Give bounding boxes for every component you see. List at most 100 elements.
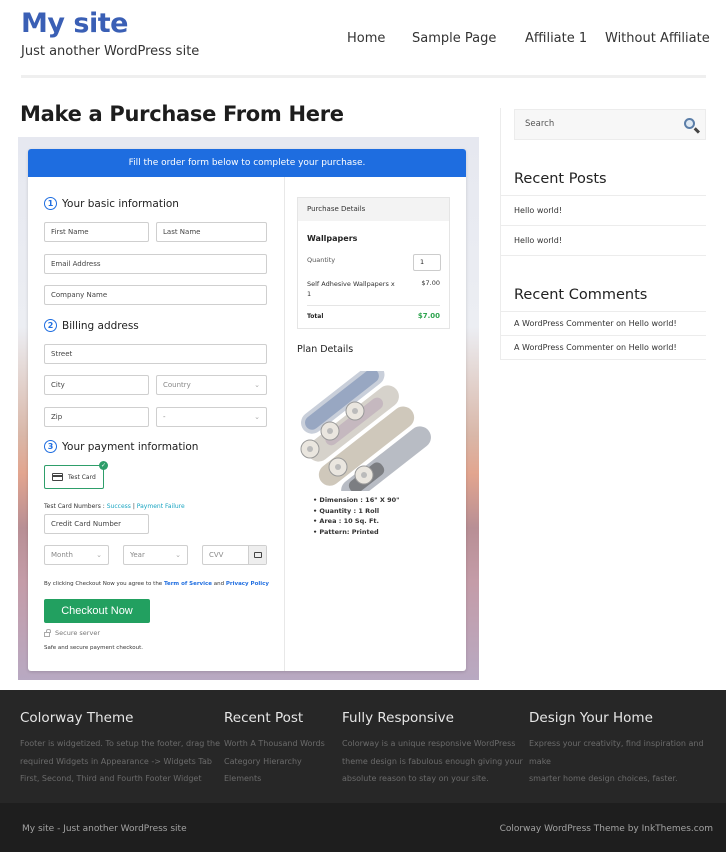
footer-col-text: Colorway is a unique responsive WordPres… <box>342 735 523 788</box>
quantity-label: Quantity <box>307 256 336 264</box>
step-label: Billing address <box>62 319 139 332</box>
chevron-down-icon: ⌄ <box>254 381 260 389</box>
footer-col-title: Fully Responsive <box>342 710 454 726</box>
step-billing: 2 Billing address <box>44 319 139 332</box>
test-separator: | <box>132 503 135 510</box>
test-card-numbers: Test Card Numbers : Success | Payment Fa… <box>44 503 185 510</box>
search-icon[interactable] <box>684 118 695 129</box>
test-numbers-label: Test Card Numbers : <box>44 503 105 510</box>
header-divider <box>21 75 706 78</box>
divider <box>501 359 706 360</box>
test-success-link[interactable]: Success <box>107 503 131 510</box>
step-number-icon: 1 <box>44 197 57 210</box>
footer-col-title: Design Your Home <box>529 710 653 726</box>
year-select-value: Year <box>130 551 145 559</box>
step-label: Your basic information <box>62 197 179 210</box>
terms-agreement: By clicking Checkout Now you agree to th… <box>44 581 269 587</box>
line-item-price: $7.00 <box>421 279 440 287</box>
card-number-input[interactable]: Credit Card Number <box>44 514 149 534</box>
footer-text-line: smarter home design choices, faster. <box>529 774 678 783</box>
recent-posts-title: Recent Posts <box>514 171 607 187</box>
state-select[interactable]: - ⌄ <box>156 407 267 427</box>
credit-card-icon <box>52 473 63 481</box>
footer-post-link[interactable]: Worth A Thousand Words <box>224 735 325 753</box>
site-tagline: Just another WordPress site <box>21 44 200 59</box>
privacy-link[interactable]: Privacy Policy <box>226 581 269 587</box>
footer-col-title: Colorway Theme <box>20 710 134 726</box>
step-basic-info: 1 Your basic information <box>44 197 179 210</box>
search-input[interactable]: Search <box>514 109 706 140</box>
total-value: $7.00 <box>417 312 440 320</box>
payment-method-label: Test Card <box>68 473 96 481</box>
step-payment: 3 Your payment information <box>44 440 198 453</box>
footer-col-text: Footer is widgetized. To setup the foote… <box>20 735 220 788</box>
first-name-input[interactable]: First Name <box>44 222 149 242</box>
column-divider <box>284 177 285 671</box>
footer-text-line: theme design is fabulous enough giving y… <box>342 756 523 766</box>
footer-post-link[interactable]: Elements <box>224 770 325 788</box>
purchase-details-box: Purchase Details Wallpapers Quantity 1 S… <box>297 197 450 329</box>
footer-text-line: required Widgets in Appearance -> Widget… <box>20 756 212 766</box>
wallpaper-rolls-image <box>300 371 431 491</box>
quantity-input[interactable]: 1 <box>413 254 441 271</box>
footer-text-line: First, Second, Third and Fourth Footer W… <box>20 774 202 783</box>
nav-without-affiliate[interactable]: Without Affiliate <box>605 31 710 46</box>
search-placeholder: Search <box>525 119 555 129</box>
street-input[interactable]: Street <box>44 344 267 364</box>
plan-details-heading: Plan Details <box>297 344 354 355</box>
email-input[interactable]: Email Address <box>44 254 267 274</box>
divider <box>501 311 706 312</box>
product-name: Wallpapers <box>307 234 358 243</box>
chevron-down-icon: ⌄ <box>175 551 181 559</box>
state-select-value: - <box>163 413 166 421</box>
recent-comment-link[interactable]: A WordPress Commenter on Hello world! <box>514 319 677 328</box>
nav-sample-page[interactable]: Sample Page <box>412 31 496 46</box>
nav-home[interactable]: Home <box>347 31 385 46</box>
chevron-down-icon: ⌄ <box>254 413 260 421</box>
payment-method-test-card[interactable]: Test Card ✓ <box>44 461 108 489</box>
month-select-value: Month <box>51 551 73 559</box>
agree-text: By clicking Checkout Now you agree to th… <box>44 581 163 587</box>
city-input[interactable]: City <box>44 375 149 395</box>
order-form-card: Fill the order form below to complete yo… <box>28 149 466 671</box>
recent-comment-link[interactable]: A WordPress Commenter on Hello world! <box>514 343 677 352</box>
year-select[interactable]: Year ⌄ <box>123 545 188 565</box>
test-failure-link[interactable]: Payment Failure <box>137 503 185 510</box>
plan-detail-item: Quantity : 1 Roll <box>313 506 400 517</box>
step-number-icon: 3 <box>44 440 57 453</box>
total-divider <box>307 305 440 306</box>
company-input[interactable]: Company Name <box>44 285 267 305</box>
footer-col-title: Recent Post <box>224 710 304 726</box>
terms-link[interactable]: Term of Service <box>164 581 212 587</box>
last-name-input[interactable]: Last Name <box>156 222 267 242</box>
page-title: Make a Purchase From Here <box>20 102 344 126</box>
line-item-label: Self Adhesive Wallpapers x 1 <box>307 280 395 298</box>
footer-widgets: Colorway Theme Footer is widgetized. To … <box>0 690 726 803</box>
site-title[interactable]: My site <box>21 8 128 39</box>
footer-text-line: Footer is widgetized. To setup the foote… <box>20 739 221 748</box>
footer-text-line: Express your creativity, find inspiratio… <box>529 739 704 766</box>
month-select[interactable]: Month ⌄ <box>44 545 109 565</box>
sidebar-border <box>500 108 501 360</box>
footer-theme-credit[interactable]: Colorway WordPress Theme by InkThemes.co… <box>500 824 713 834</box>
recent-post-link[interactable]: Hello world! <box>514 236 562 245</box>
footer-bottom-bar: My site - Just another WordPress site Co… <box>0 803 726 852</box>
order-banner: Fill the order form below to complete yo… <box>28 149 466 177</box>
cvv-card-icon <box>248 546 266 564</box>
country-select[interactable]: Country ⌄ <box>156 375 267 395</box>
footer-post-link[interactable]: Category Hierarchy <box>224 753 325 771</box>
step-number-icon: 2 <box>44 319 57 332</box>
secure-server: Secure server <box>44 628 100 637</box>
safe-checkout-note: Safe and secure payment checkout. <box>44 645 143 651</box>
purchase-details-heading: Purchase Details <box>298 198 449 221</box>
recent-post-link[interactable]: Hello world! <box>514 206 562 215</box>
zip-input[interactable]: Zip <box>44 407 149 427</box>
footer-col-text: Express your creativity, find inspiratio… <box>529 735 726 788</box>
cvv-placeholder: CVV <box>209 551 224 559</box>
checkout-button[interactable]: Checkout Now <box>44 599 150 623</box>
lock-icon <box>44 628 51 637</box>
cvv-input[interactable]: CVV <box>202 545 267 565</box>
plan-detail-item: Dimension : 16" X 90" <box>313 495 399 506</box>
nav-affiliate-1[interactable]: Affiliate 1 <box>525 31 587 46</box>
step-label: Your payment information <box>62 440 199 453</box>
